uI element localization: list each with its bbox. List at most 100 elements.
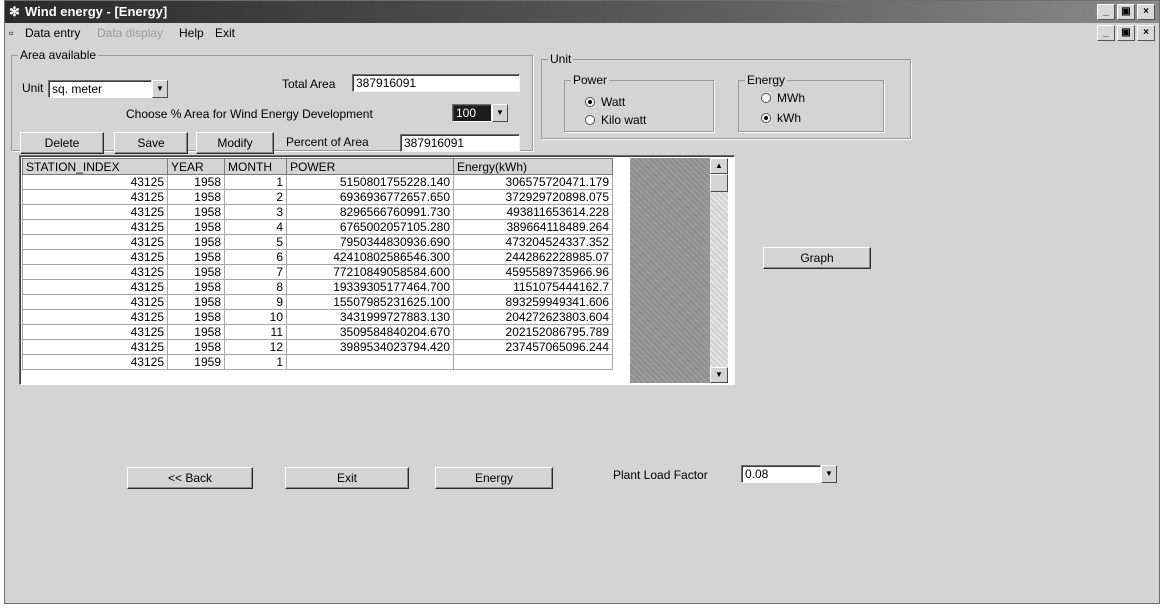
table-cell[interactable]: 493811653614.228 xyxy=(453,204,613,220)
table-cell[interactable]: 43125 xyxy=(22,219,168,235)
table-cell[interactable]: 1958 xyxy=(167,249,225,265)
radio-watt[interactable]: Watt xyxy=(585,95,625,109)
table-row[interactable]: 43125 1958 11 3509584840204.670 202152086795… xyxy=(22,324,613,340)
table-cell[interactable]: 1958 xyxy=(167,294,225,310)
scroll-up-icon[interactable]: ▲ xyxy=(710,158,728,174)
table-cell[interactable]: 389664118489.264 xyxy=(453,219,613,235)
table-cell[interactable]: 43125 xyxy=(22,354,168,370)
scroll-down-icon[interactable]: ▼ xyxy=(710,367,728,383)
table-cell[interactable]: 43125 xyxy=(22,324,168,340)
table-cell[interactable]: 9 xyxy=(224,294,287,310)
mdi-minimize-button[interactable]: _ xyxy=(1097,25,1115,41)
table-cell[interactable]: 2 xyxy=(224,189,287,205)
table-row[interactable]: 43125 1958 4 6765002057105.280 389664118489.… xyxy=(22,219,613,235)
close-button[interactable]: × xyxy=(1137,4,1155,20)
table-cell[interactable]: 43125 xyxy=(22,339,168,355)
choose-area-select[interactable]: 100 ▼ xyxy=(452,104,508,122)
save-button[interactable]: Save xyxy=(114,132,188,154)
radio-mwh[interactable]: MWh xyxy=(761,91,805,105)
scroll-thumb[interactable] xyxy=(710,174,728,192)
table-cell[interactable]: 12 xyxy=(224,339,287,355)
menu-help[interactable]: Help xyxy=(179,23,204,43)
plant-load-factor-select[interactable]: 0.08 ▼ xyxy=(741,465,837,483)
table-cell[interactable]: 43125 xyxy=(22,249,168,265)
minimize-button[interactable]: _ xyxy=(1097,4,1115,20)
vertical-scrollbar[interactable]: ▲ ▼ xyxy=(710,158,728,383)
table-cell[interactable]: 43125 xyxy=(22,309,168,325)
table-cell[interactable]: 1959 xyxy=(167,354,225,370)
table-cell[interactable]: 43125 xyxy=(22,189,168,205)
table-cell[interactable]: 1151075444162.7 xyxy=(453,279,613,295)
menu-data-display[interactable]: Data display xyxy=(97,23,163,43)
chevron-down-icon[interactable]: ▼ xyxy=(152,80,168,98)
table-cell[interactable]: 4 xyxy=(224,219,287,235)
table-cell[interactable]: 43125 xyxy=(22,174,168,190)
menu-exit[interactable]: Exit xyxy=(215,23,235,43)
modify-button[interactable]: Modify xyxy=(196,132,274,154)
table-cell[interactable]: 43125 xyxy=(22,279,168,295)
table-cell[interactable]: 1958 xyxy=(167,219,225,235)
table-cell[interactable]: 43125 xyxy=(22,204,168,220)
table-cell[interactable]: 204272623803.604 xyxy=(453,309,613,325)
chevron-down-icon[interactable]: ▼ xyxy=(492,104,508,122)
table-cell[interactable] xyxy=(453,354,613,370)
table-cell[interactable]: 43125 xyxy=(22,294,168,310)
back-button[interactable]: << Back xyxy=(127,467,253,489)
table-cell[interactable]: 5 xyxy=(224,234,287,250)
table-cell[interactable]: 237457065096.244 xyxy=(453,339,613,355)
table-cell[interactable]: 1 xyxy=(224,354,287,370)
table-cell[interactable]: 43125 xyxy=(22,234,168,250)
table-cell[interactable]: 306575720471.179 xyxy=(453,174,613,190)
table-cell[interactable]: 1958 xyxy=(167,174,225,190)
restore-button[interactable]: ▣ xyxy=(1117,4,1135,20)
column-header-month[interactable]: MONTH xyxy=(224,158,287,175)
table-cell[interactable]: 5150801755228.140 xyxy=(286,174,454,190)
table-cell[interactable]: 1 xyxy=(224,174,287,190)
radio-kwh[interactable]: kWh xyxy=(761,111,801,125)
table-row[interactable]: 43125 1958 5 7950344830936.690 473204524337.… xyxy=(22,234,613,250)
column-header-energy[interactable]: Energy(kWh) xyxy=(453,158,613,175)
table-cell[interactable]: 10 xyxy=(224,309,287,325)
percent-of-area-field[interactable]: 387916091 xyxy=(400,134,520,152)
radio-kilo-watt[interactable]: Kilo watt xyxy=(585,113,646,127)
table-cell[interactable]: 6 xyxy=(224,249,287,265)
table-row[interactable]: 43125 1958 9 15507985231625.100 893259949341… xyxy=(22,294,613,310)
table-cell[interactable]: 1958 xyxy=(167,339,225,355)
table-row[interactable]: 43125 1958 1 5150801755228.140 306575720471.… xyxy=(22,174,613,190)
table-cell[interactable]: 11 xyxy=(224,324,287,340)
graph-button[interactable]: Graph xyxy=(763,247,871,269)
table-row[interactable]: 43125 1958 3 8296566760991.730 493811653614.… xyxy=(22,204,613,220)
table-cell[interactable]: 77210849058584.600 xyxy=(286,264,454,280)
table-cell[interactable]: 43125 xyxy=(22,264,168,280)
table-cell[interactable]: 1958 xyxy=(167,264,225,280)
mdi-restore-button[interactable]: ▣ xyxy=(1117,25,1135,41)
mdi-doc-icon[interactable]: ▫ xyxy=(9,23,13,43)
column-header-power[interactable]: POWER xyxy=(286,158,454,175)
table-cell[interactable]: 15507985231625.100 xyxy=(286,294,454,310)
mdi-close-button[interactable]: × xyxy=(1137,25,1155,41)
table-row[interactable]: 43125 1958 8 19339305177464.700 115107544416… xyxy=(22,279,613,295)
table-cell[interactable]: 1958 xyxy=(167,279,225,295)
table-cell[interactable]: 19339305177464.700 xyxy=(286,279,454,295)
table-cell[interactable]: 1958 xyxy=(167,204,225,220)
chevron-down-icon[interactable]: ▼ xyxy=(821,465,837,483)
table-cell[interactable]: 3989534023794.420 xyxy=(286,339,454,355)
table-cell[interactable]: 3509584840204.670 xyxy=(286,324,454,340)
table-cell[interactable]: 372929720898.075 xyxy=(453,189,613,205)
table-row[interactable]: 43125 1958 6 42410802586546.300 244286222898… xyxy=(22,249,613,265)
table-cell[interactable]: 1958 xyxy=(167,309,225,325)
table-cell[interactable]: 3431999727883.130 xyxy=(286,309,454,325)
table-cell[interactable]: 1958 xyxy=(167,189,225,205)
table-cell[interactable]: 3 xyxy=(224,204,287,220)
total-area-field[interactable]: 387916091 xyxy=(352,74,520,92)
menu-data-entry[interactable]: Data entry xyxy=(25,23,80,43)
table-cell[interactable]: 8296566760991.730 xyxy=(286,204,454,220)
column-header-year[interactable]: YEAR xyxy=(167,158,225,175)
table-cell[interactable]: 893259949341.606 xyxy=(453,294,613,310)
table-row[interactable]: 43125 1958 12 3989534023794.420 237457065096… xyxy=(22,339,613,355)
table-cell[interactable] xyxy=(286,354,454,370)
table-row[interactable]: 43125 1959 1 xyxy=(22,354,613,370)
table-cell[interactable]: 202152086795.789 xyxy=(453,324,613,340)
table-cell[interactable]: 1958 xyxy=(167,324,225,340)
unit-select[interactable]: sq. meter ▼ xyxy=(48,80,168,98)
